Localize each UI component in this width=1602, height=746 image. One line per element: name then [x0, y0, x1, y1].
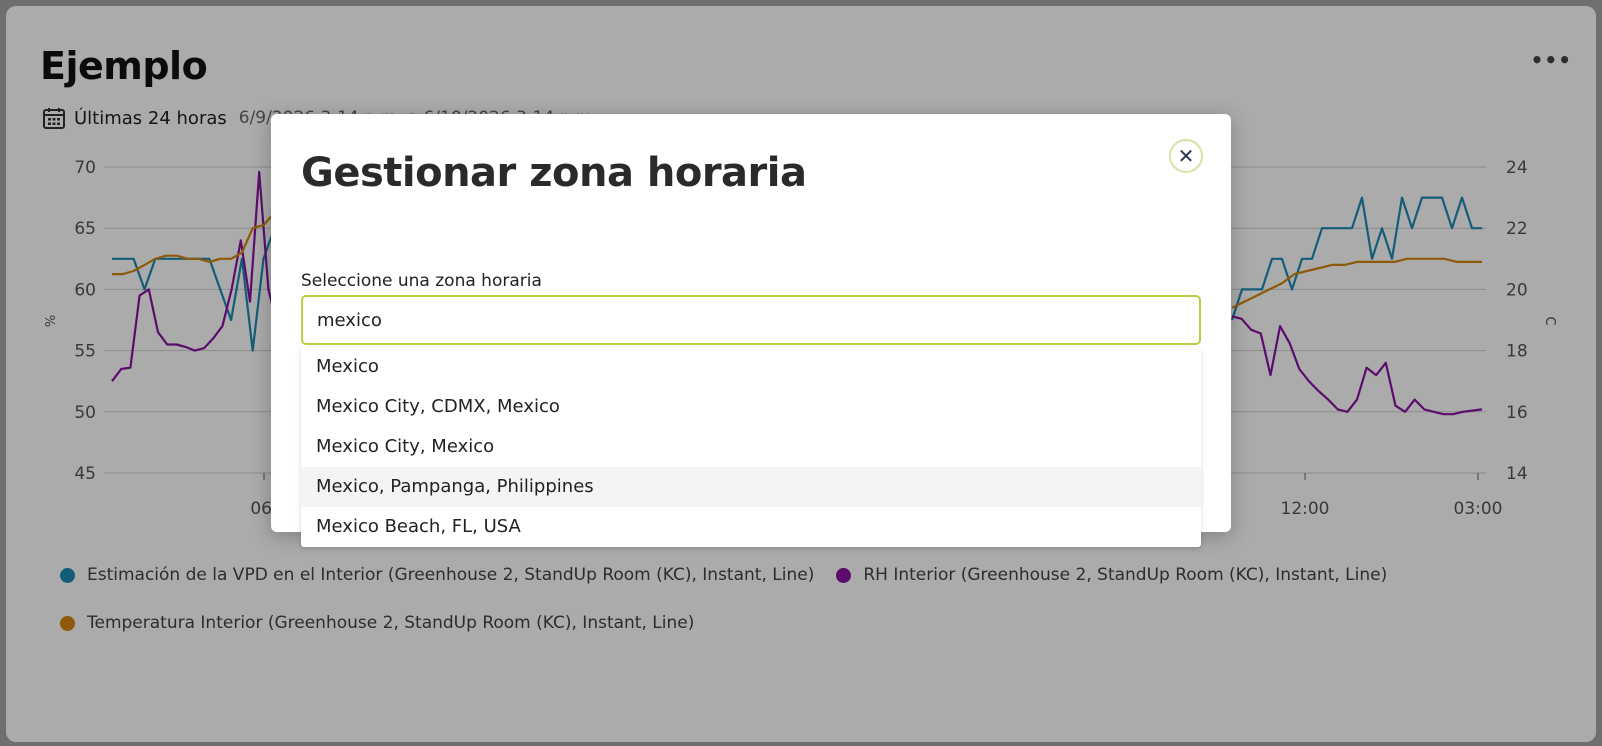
close-button[interactable]: ✕ [1169, 139, 1203, 173]
timezone-option-highlighted[interactable]: Mexico, Pampanga, Philippines [301, 467, 1201, 507]
timezone-option[interactable]: Mexico City, Mexico [301, 427, 1201, 467]
modal-title: Gestionar zona horaria [301, 150, 807, 196]
close-icon: ✕ [1177, 144, 1195, 168]
timezone-option[interactable]: Mexico City, CDMX, Mexico [301, 387, 1201, 427]
timezone-option[interactable]: Mexico [301, 347, 1201, 387]
timezone-field-label: Seleccione una zona horaria [301, 271, 542, 291]
timezone-option[interactable]: Mexico Beach, FL, USA [301, 507, 1201, 547]
timezone-input[interactable] [301, 295, 1201, 345]
timezone-dropdown: Mexico Mexico City, CDMX, Mexico Mexico … [301, 347, 1201, 547]
